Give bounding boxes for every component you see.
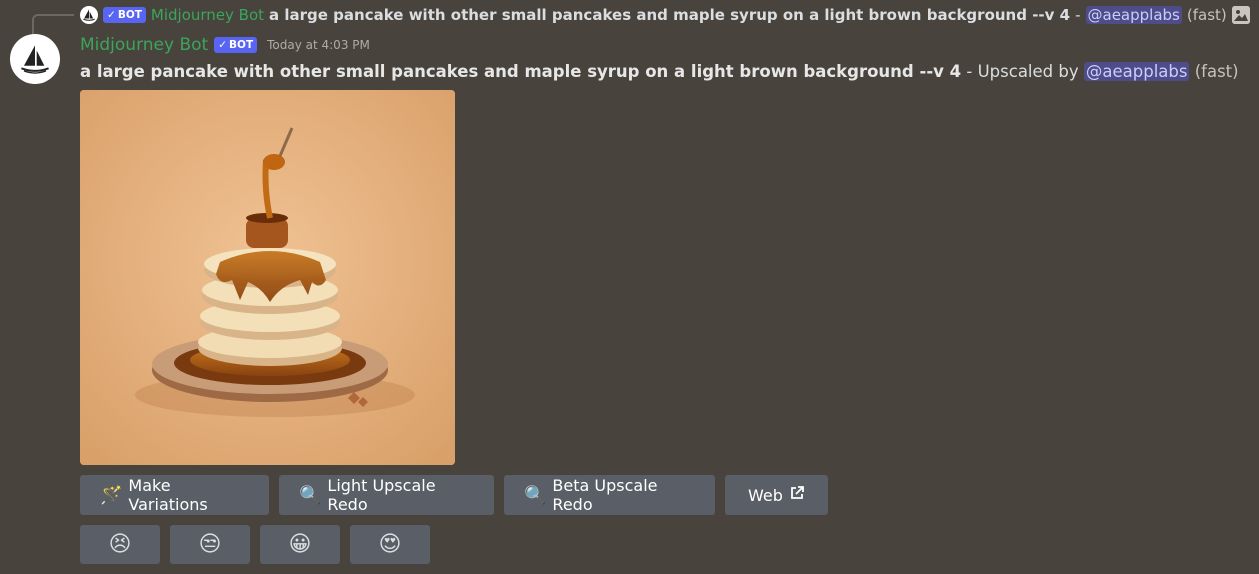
reply-author-name[interactable]: Midjourney Bot (151, 6, 264, 24)
speed-tag: (fast) (1194, 62, 1239, 81)
light-upscale-redo-button[interactable]: 🔍 Light Upscale Redo (279, 475, 494, 515)
reply-prompt-text[interactable]: a large pancake with other small pancake… (269, 6, 1070, 24)
generated-image[interactable] (80, 90, 455, 465)
external-link-icon (789, 485, 805, 506)
user-mention[interactable]: @aeapplabs (1083, 62, 1190, 81)
author-avatar[interactable] (10, 34, 60, 84)
reaction-buttons: 😣 😒 😀 😍 (80, 525, 430, 564)
reply-speed: (fast) (1186, 6, 1227, 24)
magic-wand-icon: 🪄 (100, 484, 123, 506)
heart-eyes-emoji-icon: 😍 (378, 532, 402, 557)
image-attachment-icon (1231, 6, 1250, 24)
magnifier-icon: 🔍 (524, 484, 547, 506)
bot-badge: ✓ BOT (103, 7, 146, 23)
message-prompt: a large pancake with other small pancake… (80, 62, 962, 81)
persevere-emoji-icon: 😣 (108, 532, 132, 557)
sailboat-icon (21, 45, 49, 74)
reply-mention[interactable]: @aeapplabs (1085, 6, 1182, 24)
reaction-grinning-button[interactable]: 😀 (260, 525, 340, 564)
reaction-unamused-button[interactable]: 😒 (170, 525, 250, 564)
bot-badge: ✓ BOT (214, 37, 258, 53)
reaction-persevere-button[interactable]: 😣 (80, 525, 160, 564)
magnifier-icon: 🔍 (299, 484, 322, 506)
grinning-emoji-icon: 😀 (288, 532, 312, 557)
reaction-heart-eyes-button[interactable]: 😍 (350, 525, 430, 564)
action-buttons: 🪄 Make Variations 🔍 Light Upscale Redo 🔍… (80, 475, 828, 515)
make-variations-button[interactable]: 🪄 Make Variations (80, 475, 269, 515)
reply-separator: - (1075, 6, 1081, 24)
message-header: Midjourney Bot ✓ BOT Today at 4:03 PM (80, 34, 370, 56)
reply-avatar[interactable] (80, 6, 98, 24)
web-button[interactable]: Web (725, 475, 828, 515)
upscaled-by-text: - Upscaled by (961, 62, 1084, 81)
verified-check-icon: ✓ (218, 39, 228, 51)
unamused-emoji-icon: 😒 (198, 532, 222, 557)
reply-preview[interactable]: ✓ BOT Midjourney Bot a large pancake with… (80, 4, 1250, 26)
message-timestamp[interactable]: Today at 4:03 PM (267, 38, 370, 52)
sailboat-icon (83, 9, 95, 21)
verified-check-icon: ✓ (107, 9, 116, 21)
author-name[interactable]: Midjourney Bot (80, 35, 208, 55)
beta-upscale-redo-button[interactable]: 🔍 Beta Upscale Redo (504, 475, 715, 515)
message-content: a large pancake with other small pancake… (80, 62, 1239, 81)
